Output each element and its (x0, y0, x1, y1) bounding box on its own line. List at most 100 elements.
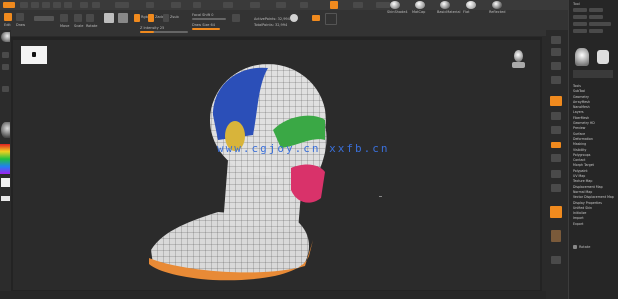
actual-button[interactable] (550, 96, 562, 106)
dynamic-button[interactable] (232, 14, 240, 22)
draw-size-slider[interactable] (192, 28, 220, 30)
scale-button[interactable] (74, 14, 82, 22)
import-button[interactable] (589, 15, 603, 19)
tool-slot[interactable] (34, 16, 54, 21)
tool-thumbnail-2[interactable] (597, 50, 609, 64)
material-sphere-icon[interactable] (390, 1, 400, 9)
persp-toggle[interactable] (551, 126, 561, 134)
material-sphere-icon[interactable] (415, 1, 425, 9)
move-view-button[interactable] (550, 206, 562, 218)
viewport[interactable]: www.cgjoy.cn xxfb.cn (13, 40, 540, 290)
zadd-button[interactable] (148, 14, 154, 22)
brush-sphere-icon[interactable] (1, 32, 10, 42)
cursor-mark (379, 196, 382, 197)
menu-item-material[interactable] (223, 2, 233, 8)
menu-item-stroke[interactable] (376, 2, 390, 8)
menu-item-color[interactable] (42, 2, 50, 8)
menu-item-picker[interactable] (276, 2, 286, 8)
menu-item-alpha[interactable] (20, 2, 28, 8)
edit-label: Edit (4, 23, 11, 27)
palette-list: Tools SubTool Geometry ArrayMesh NanoMes… (573, 84, 614, 227)
material-label-3: BasicMaterial (437, 10, 461, 14)
copy-tool-button[interactable] (573, 15, 587, 19)
visible-button[interactable] (589, 29, 603, 33)
material-label-4: Flat (463, 10, 470, 14)
material-label-5: Reflected (489, 10, 506, 14)
menu-item-document[interactable] (53, 2, 61, 8)
alpha-icon[interactable] (2, 64, 9, 70)
zoom-button[interactable] (551, 76, 561, 84)
menu-item-layer[interactable] (115, 2, 129, 8)
color-picker[interactable] (0, 144, 10, 174)
menu-item-render[interactable] (330, 1, 338, 9)
palette-item[interactable]: Vector Displacement Map (573, 195, 614, 200)
menu-item-marker[interactable] (193, 2, 201, 8)
spix-button[interactable] (551, 48, 561, 56)
main-color-swatch[interactable] (1, 178, 10, 187)
persp-button[interactable] (312, 15, 320, 21)
material-sphere-icon[interactable] (1, 122, 10, 138)
polyf-button[interactable] (551, 230, 561, 242)
menu-item-edit[interactable] (80, 2, 88, 8)
menu-item-brush[interactable] (31, 2, 39, 8)
menu-item-stencil[interactable] (353, 2, 363, 8)
material-sphere-icon[interactable] (492, 1, 502, 9)
rotate-button[interactable] (86, 14, 94, 22)
zsub-label: Zsub (170, 15, 179, 19)
xyz-button[interactable] (551, 170, 561, 178)
rotate-checkbox[interactable] (573, 245, 577, 249)
menu-item-file[interactable] (92, 2, 100, 8)
subtool-row[interactable] (573, 70, 613, 78)
clone-button[interactable] (573, 22, 587, 26)
head-model[interactable] (13, 40, 540, 290)
palette-item[interactable]: Export (573, 222, 614, 227)
zsub-button[interactable] (163, 14, 169, 22)
left-shelf (0, 30, 11, 299)
mrgb-button[interactable] (134, 14, 140, 22)
transp-button[interactable] (551, 256, 561, 264)
frame-button[interactable] (551, 184, 561, 192)
active-points-label: ActivePoints: 32,994 (254, 17, 290, 21)
scroll-button[interactable] (551, 62, 561, 70)
focal-shift-slider[interactable] (192, 18, 226, 20)
palette-header: Tool (573, 2, 580, 6)
aahalf-button[interactable] (551, 112, 561, 120)
load-tool-button[interactable] (573, 8, 587, 12)
texture-icon[interactable] (2, 86, 9, 92)
mouth-polygroup (291, 164, 325, 203)
rotate-label: Rotate (86, 24, 98, 28)
menu-item-preferences[interactable] (300, 2, 308, 8)
draw-label: Draw (16, 23, 26, 27)
material-label-1: SkinShade4 (387, 10, 408, 14)
local-button[interactable] (551, 154, 561, 162)
floor-button[interactable] (551, 142, 561, 148)
material-preview[interactable] (104, 13, 114, 23)
goz-button[interactable] (573, 29, 587, 33)
menu-item-macro[interactable] (171, 2, 181, 8)
menu-item-draw[interactable] (64, 2, 72, 8)
zbrush-logo[interactable] (3, 2, 15, 8)
z-intensity-label: Z Intensity 25 (140, 26, 165, 30)
tool-palette: Tool Tools SubTool Geometry ArrayMesh Na… (568, 0, 618, 299)
bpr-button[interactable] (551, 36, 561, 44)
brush-preview[interactable] (325, 13, 337, 25)
save-as-button[interactable] (589, 8, 603, 12)
menu-item-light[interactable] (146, 2, 154, 8)
total-points-label: TotalPoints: 32,994 (254, 23, 288, 27)
navigation-cube-icon[interactable] (510, 48, 528, 74)
material-label-2: MatCap (412, 10, 426, 14)
move-button[interactable] (60, 14, 68, 22)
make-polymesh-button[interactable] (589, 22, 611, 26)
menu-item-movie[interactable] (250, 2, 260, 8)
draw-mode-button[interactable] (16, 13, 24, 21)
stroke-icon[interactable] (2, 52, 9, 58)
light-sphere-icon[interactable] (290, 14, 298, 22)
secondary-color-swatch[interactable] (1, 196, 10, 201)
edit-mode-button[interactable] (4, 13, 12, 21)
bottom-shelf (0, 291, 546, 299)
material-sphere-icon[interactable] (466, 1, 476, 9)
texture-preview[interactable] (118, 13, 128, 23)
tool-thumbnail[interactable] (575, 48, 589, 66)
move-label: Move (60, 24, 70, 28)
material-sphere-icon[interactable] (440, 1, 450, 9)
